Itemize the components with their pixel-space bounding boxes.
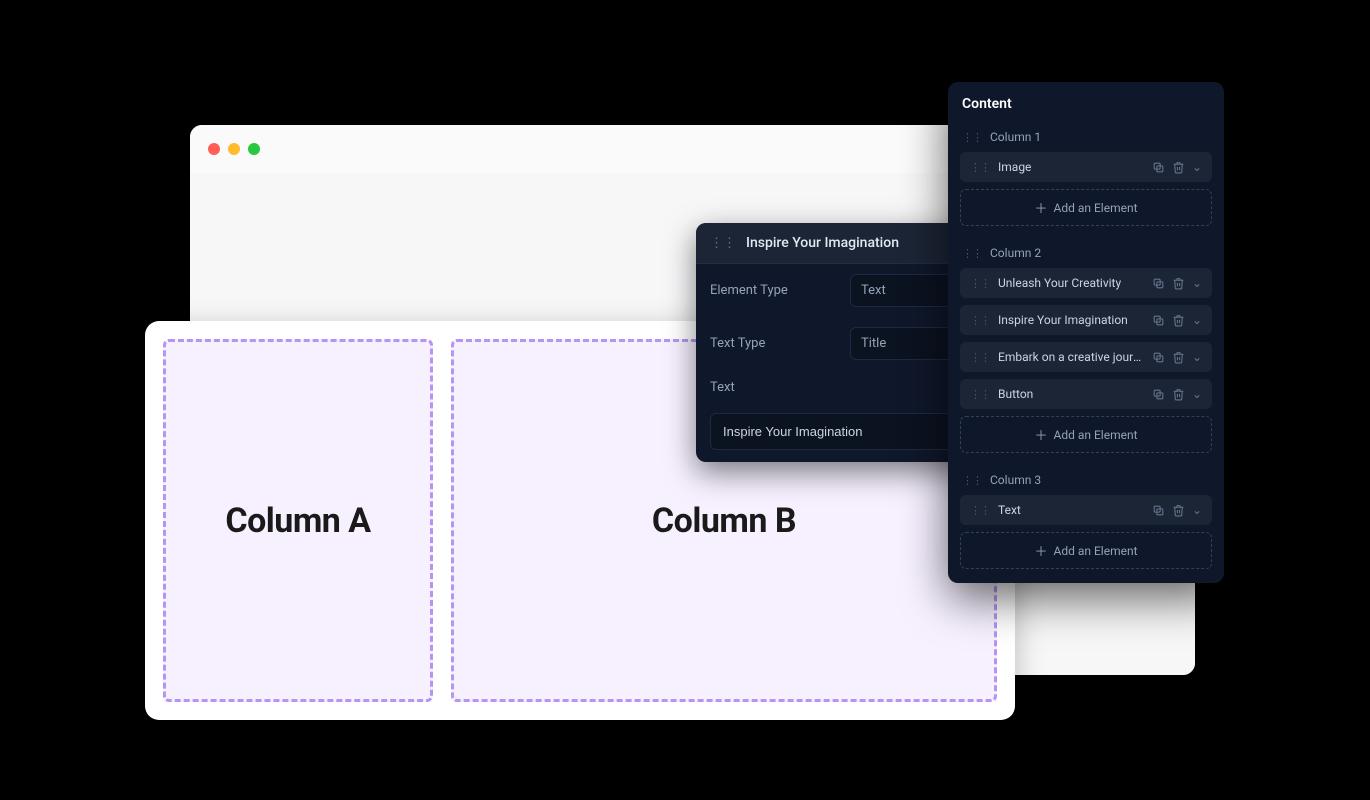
drag-handle-icon[interactable]: ⋮⋮ [970, 351, 990, 364]
plus-icon: ＋ [1034, 425, 1047, 444]
content-panel-title: Content [960, 96, 1212, 112]
delete-icon[interactable] [1172, 388, 1185, 401]
column-header[interactable]: ⋮⋮ Column 3 [960, 467, 1212, 495]
content-item-label: Button [998, 387, 1144, 401]
content-item[interactable]: ⋮⋮ Unleash Your Creativity ⌄ [960, 268, 1212, 298]
duplicate-icon[interactable] [1152, 388, 1165, 401]
add-element-button[interactable]: ＋ Add an Element [960, 532, 1212, 569]
duplicate-icon[interactable] [1152, 351, 1165, 364]
chevron-down-icon[interactable]: ⌄ [1192, 350, 1202, 364]
window-maximize-icon[interactable] [248, 143, 260, 155]
drag-handle-icon[interactable]: ⋮⋮ [970, 314, 990, 327]
column-header-label: Column 1 [990, 130, 1041, 144]
plus-icon: ＋ [1034, 198, 1047, 217]
drag-handle-icon[interactable]: ⋮⋮ [962, 247, 982, 260]
column-header[interactable]: ⋮⋮ Column 2 [960, 240, 1212, 268]
duplicate-icon[interactable] [1152, 314, 1165, 327]
add-element-button[interactable]: ＋ Add an Element [960, 416, 1212, 453]
column-b-label: Column B [652, 501, 796, 541]
delete-icon[interactable] [1172, 351, 1185, 364]
drag-handle-icon[interactable]: ⋮⋮ [710, 236, 736, 251]
chevron-down-icon[interactable]: ⌄ [1192, 503, 1202, 517]
delete-icon[interactable] [1172, 277, 1185, 290]
window-minimize-icon[interactable] [228, 143, 240, 155]
duplicate-icon[interactable] [1152, 161, 1165, 174]
content-item[interactable]: ⋮⋮ Embark on a creative journey li... ⌄ [960, 342, 1212, 372]
add-element-label: Add an Element [1054, 428, 1138, 442]
add-element-label: Add an Element [1054, 544, 1138, 558]
content-item-label: Inspire Your Imagination [998, 313, 1144, 327]
chevron-down-icon[interactable]: ⌄ [1192, 160, 1202, 174]
delete-icon[interactable] [1172, 314, 1185, 327]
drag-handle-icon[interactable]: ⋮⋮ [962, 474, 982, 487]
column-header-label: Column 2 [990, 246, 1041, 260]
element-type-label: Element Type [710, 283, 840, 298]
content-item-label: Image [998, 160, 1144, 174]
content-item[interactable]: ⋮⋮ Image ⌄ [960, 152, 1212, 182]
chevron-down-icon[interactable]: ⌄ [1192, 387, 1202, 401]
content-item[interactable]: ⋮⋮ Text ⌄ [960, 495, 1212, 525]
content-item-label: Text [998, 503, 1144, 517]
column-header[interactable]: ⋮⋮ Column 1 [960, 124, 1212, 152]
dropzone-column-a[interactable]: Column A [163, 339, 433, 702]
content-item[interactable]: ⋮⋮ Inspire Your Imagination ⌄ [960, 305, 1212, 335]
content-panel: Content ⋮⋮ Column 1 ⋮⋮ Image ⌄ ＋ Add an Elemen… [948, 82, 1224, 583]
content-item-label: Unleash Your Creativity [998, 276, 1144, 290]
plus-icon: ＋ [1034, 541, 1047, 560]
editor-title: Inspire Your Imagination [746, 235, 899, 251]
duplicate-icon[interactable] [1152, 277, 1165, 290]
chevron-down-icon[interactable]: ⌄ [1192, 276, 1202, 290]
drag-handle-icon[interactable]: ⋮⋮ [970, 504, 990, 517]
drag-handle-icon[interactable]: ⋮⋮ [970, 161, 990, 174]
add-element-button[interactable]: ＋ Add an Element [960, 189, 1212, 226]
content-item[interactable]: ⋮⋮ Button ⌄ [960, 379, 1212, 409]
content-item-label: Embark on a creative journey li... [998, 350, 1144, 364]
column-header-label: Column 3 [990, 473, 1041, 487]
drag-handle-icon[interactable]: ⋮⋮ [970, 277, 990, 290]
add-element-label: Add an Element [1054, 201, 1138, 215]
duplicate-icon[interactable] [1152, 504, 1165, 517]
drag-handle-icon[interactable]: ⋮⋮ [962, 131, 982, 144]
column-a-label: Column A [225, 501, 370, 541]
drag-handle-icon[interactable]: ⋮⋮ [970, 388, 990, 401]
chevron-down-icon[interactable]: ⌄ [1192, 313, 1202, 327]
window-close-icon[interactable] [208, 143, 220, 155]
text-type-label: Text Type [710, 336, 840, 351]
delete-icon[interactable] [1172, 504, 1185, 517]
delete-icon[interactable] [1172, 161, 1185, 174]
